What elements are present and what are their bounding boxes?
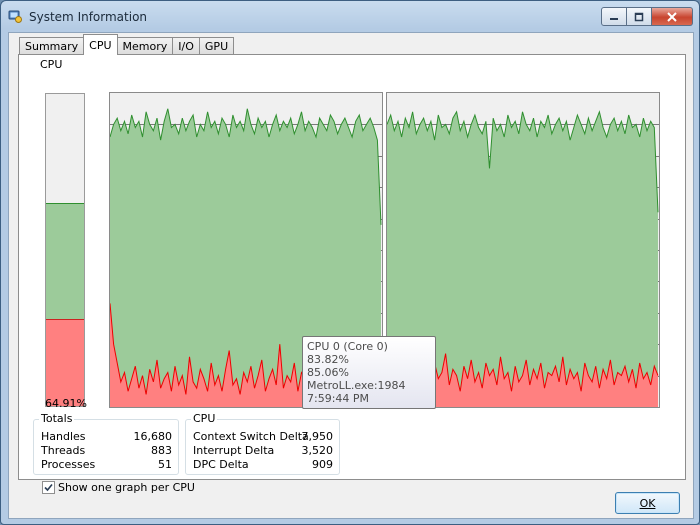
cpu-stats-value: 909 [312, 458, 333, 471]
cpu-stats-group: CPU Context Switch Delta 7,950 Interrupt… [185, 412, 340, 475]
title-bar[interactable]: System Information [1, 1, 699, 31]
maximize-button[interactable] [627, 7, 652, 26]
ok-button-label: OK [639, 496, 656, 510]
cpu-stats-label: Context Switch Delta [193, 430, 309, 443]
cpu-stats-label: DPC Delta [193, 458, 249, 471]
tooltip-line-cpu: CPU 0 (Core 0) 83.82% [307, 340, 388, 366]
totals-row-handles: Handles 16,680 [41, 430, 172, 444]
cpu-stats-row-interrupt: Interrupt Delta 3,520 [193, 444, 333, 458]
cpu-tab-panel: CPU 64.91% CPU 0 (Core 0) 83.82% 85.06% … [18, 54, 686, 494]
dialog-client-area: Summary CPU Memory I/O GPU CPU 64.91% CP… [8, 32, 694, 519]
tab-memory[interactable]: Memory [116, 37, 174, 55]
cpu-stats-row-context-switch: Context Switch Delta 7,950 [193, 430, 333, 444]
cpu-meter-percent: 64.91% [45, 397, 87, 410]
cpu-meter-kernel-bar [46, 319, 84, 406]
window-title: System Information [29, 10, 148, 24]
totals-value: 51 [158, 458, 172, 471]
minimize-button[interactable] [601, 7, 627, 26]
totals-legend: Totals [39, 412, 75, 425]
tab-strip: Summary CPU Memory I/O GPU [19, 34, 235, 55]
cpu-meter-label: CPU [40, 58, 63, 71]
totals-group: Totals Handles 16,680 Threads 883 Proces… [33, 412, 179, 475]
cpu-stats-value: 7,950 [301, 430, 334, 443]
tooltip-line-time: 7:59:44 PM [307, 392, 370, 405]
one-graph-per-cpu-label: Show one graph per CPU [58, 481, 195, 494]
system-info-icon [8, 10, 22, 23]
tab-cpu[interactable]: CPU [83, 34, 118, 55]
minimize-icon [610, 17, 618, 20]
tab-io[interactable]: I/O [172, 37, 200, 55]
checkmark-icon [44, 483, 53, 492]
maximize-icon [634, 12, 644, 21]
window-controls [601, 7, 693, 26]
close-button[interactable] [652, 7, 693, 26]
cpu-stats-row-dpc: DPC Delta 909 [193, 458, 333, 472]
totals-value: 16,680 [133, 430, 173, 443]
totals-value: 883 [151, 444, 172, 457]
totals-label: Handles [41, 430, 86, 443]
cpu-graph-tooltip: CPU 0 (Core 0) 83.82% 85.06% MetroLL.exe… [302, 336, 436, 409]
tab-summary[interactable]: Summary [19, 37, 85, 55]
one-graph-per-cpu-checkbox[interactable] [42, 481, 55, 494]
totals-label: Processes [41, 458, 96, 471]
totals-row-threads: Threads 883 [41, 444, 172, 458]
cpu-stats-value: 3,520 [301, 444, 334, 457]
system-information-window: System Information Summary CPU Memory I/… [0, 0, 700, 525]
one-graph-per-cpu-option[interactable]: Show one graph per CPU [42, 481, 195, 494]
tab-gpu[interactable]: GPU [198, 37, 235, 55]
tooltip-line-process: 85.06% MetroLL.exe:1984 [307, 366, 406, 392]
cpu-stats-legend: CPU [191, 412, 218, 425]
totals-label: Threads [41, 444, 86, 457]
close-icon [667, 11, 677, 22]
ok-button[interactable]: OK [615, 492, 680, 514]
cpu-stats-label: Interrupt Delta [193, 444, 275, 457]
cpu-usage-meter [45, 93, 85, 407]
totals-row-processes: Processes 51 [41, 458, 172, 472]
